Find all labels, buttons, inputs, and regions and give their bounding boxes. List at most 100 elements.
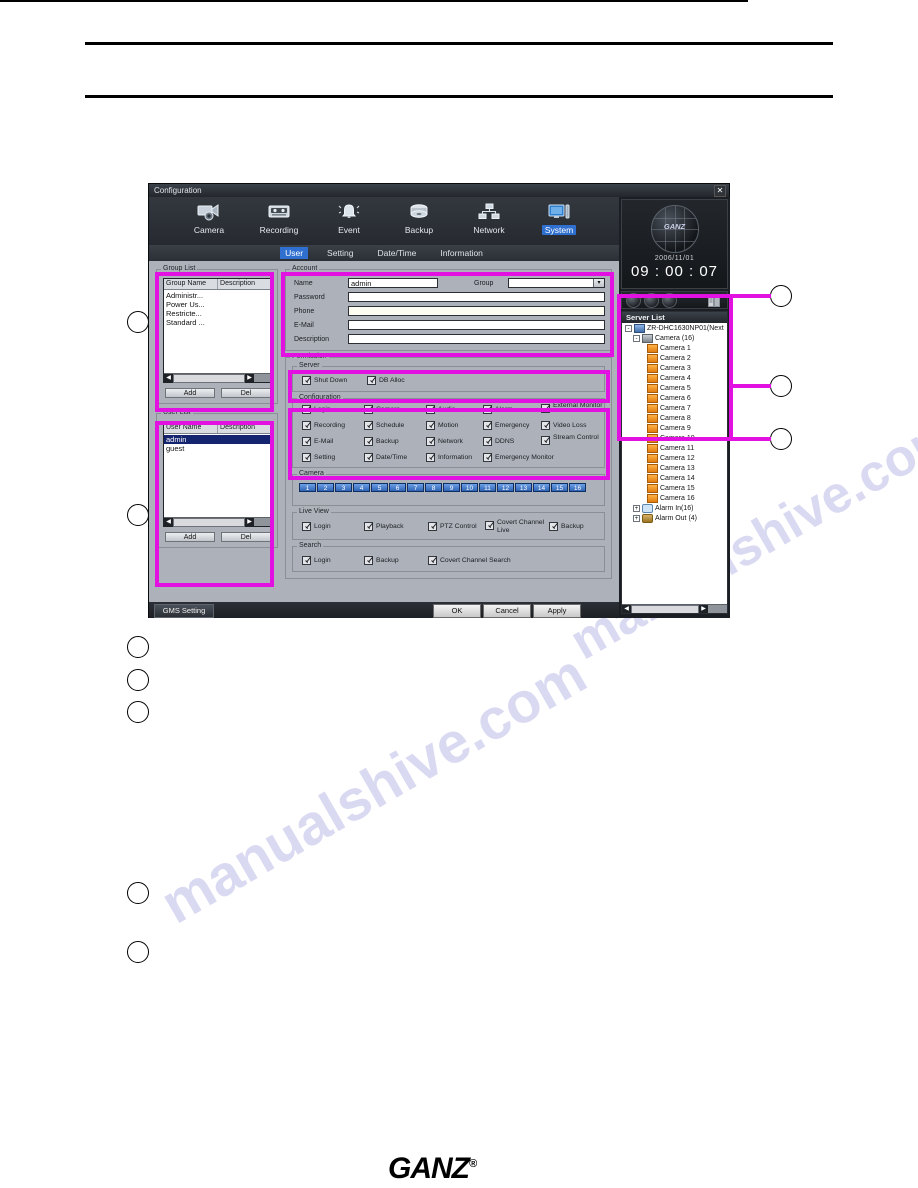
tree-node-camera-group[interactable]: - Camera (16) xyxy=(622,333,727,343)
tab-information[interactable]: Information xyxy=(435,247,488,259)
camera-channel-button[interactable]: 4 xyxy=(353,483,370,492)
group-list-hscrollbar[interactable]: ◀ ▶ xyxy=(164,373,272,383)
checkbox-login-config[interactable]: Login xyxy=(302,405,331,414)
tree-node-alarm-in[interactable]: + Alarm In(16) xyxy=(622,503,727,513)
checkbox-emergency[interactable]: Emergency xyxy=(483,421,529,430)
toolbar-item-camera[interactable]: Camera xyxy=(183,200,235,235)
tree-node-camera[interactable]: Camera 2 xyxy=(622,353,727,363)
user-add-button[interactable]: Add xyxy=(165,532,215,542)
close-icon[interactable]: ✕ xyxy=(714,185,726,197)
checkbox-box[interactable] xyxy=(364,421,373,430)
scroll-left-icon[interactable]: ◀ xyxy=(622,604,631,613)
checkbox-email[interactable]: E-Mail xyxy=(302,437,333,446)
list-item[interactable]: Standard ... xyxy=(164,318,272,327)
group-dropdown[interactable]: ▾ xyxy=(508,278,605,288)
checkbox-motion[interactable]: Motion xyxy=(426,421,458,430)
list-item[interactable]: admin xyxy=(164,435,272,444)
checkbox-box[interactable] xyxy=(541,421,550,430)
tab-date-time[interactable]: Date/Time xyxy=(373,247,422,259)
tree-node-camera[interactable]: Camera 3 xyxy=(622,363,727,373)
checkbox-box[interactable] xyxy=(302,437,311,446)
checkbox-backup[interactable]: Backup xyxy=(364,437,399,446)
scroll-left-icon[interactable]: ◀ xyxy=(164,517,173,527)
user-list-hscrollbar[interactable]: ◀ ▶ xyxy=(164,517,272,527)
checkbox-box[interactable] xyxy=(541,404,550,413)
checkbox-box[interactable] xyxy=(302,405,311,414)
toolbar-item-event[interactable]: Event xyxy=(323,200,375,235)
checkbox-video-loss[interactable]: Video Loss xyxy=(541,421,587,430)
camera-channel-button[interactable]: 9 xyxy=(443,483,460,492)
password-input[interactable] xyxy=(348,292,605,302)
checkbox-box[interactable] xyxy=(483,405,492,414)
checkbox-box[interactable] xyxy=(367,376,376,385)
checkbox-live-backup[interactable]: Backup xyxy=(549,522,584,531)
checkbox-ptz-control[interactable]: PTZ Control xyxy=(428,522,477,531)
tree-node-camera[interactable]: Camera 8 xyxy=(622,413,727,423)
checkbox-information[interactable]: Information xyxy=(426,453,472,462)
apply-button[interactable]: Apply xyxy=(533,604,581,618)
camera-channel-button[interactable]: 8 xyxy=(425,483,442,492)
checkbox-box[interactable] xyxy=(426,421,435,430)
camera-channel-button[interactable]: 2 xyxy=(317,483,334,492)
checkbox-box[interactable] xyxy=(426,405,435,414)
checkbox-box[interactable] xyxy=(541,436,550,445)
scroll-right-icon[interactable]: ▶ xyxy=(245,373,254,383)
group-add-button[interactable]: Add xyxy=(165,388,215,398)
tree-node-camera[interactable]: Camera 4 xyxy=(622,373,727,383)
checkbox-playback[interactable]: Playback xyxy=(364,522,404,531)
tree-node-camera[interactable]: Camera 10 xyxy=(622,433,727,443)
checkbox-covert-channel-search[interactable]: Covert Channel Search xyxy=(428,556,511,565)
checkbox-box[interactable] xyxy=(426,437,435,446)
tree-node-camera[interactable]: Camera 15 xyxy=(622,483,727,493)
checkbox-box[interactable] xyxy=(364,556,373,565)
tab-user[interactable]: User xyxy=(280,247,309,259)
scroll-right-icon[interactable]: ▶ xyxy=(699,604,708,613)
checkbox-box[interactable] xyxy=(428,522,437,531)
description-input[interactable] xyxy=(348,334,605,344)
checkbox-audio[interactable]: Audio xyxy=(426,405,455,414)
checkbox-box[interactable] xyxy=(364,522,373,531)
checkbox-external-monitor[interactable]: External Monitor xyxy=(541,402,603,413)
list-item[interactable]: Restricte... xyxy=(164,309,272,318)
checkbox-box[interactable] xyxy=(485,521,494,530)
camera-channel-button[interactable]: 10 xyxy=(461,483,478,492)
camera-channel-button[interactable]: 15 xyxy=(551,483,568,492)
camera-channel-button[interactable]: 6 xyxy=(389,483,406,492)
checkbox-box[interactable] xyxy=(302,453,311,462)
chevron-down-icon[interactable]: ▾ xyxy=(593,279,604,287)
camera-channel-button[interactable]: 11 xyxy=(479,483,496,492)
user-del-button[interactable]: Del xyxy=(221,532,271,542)
scroll-thumb[interactable] xyxy=(173,373,245,383)
group-del-button[interactable]: Del xyxy=(221,388,271,398)
checkbox-db-alloc[interactable]: DB Alloc xyxy=(367,376,405,385)
expander-icon[interactable]: + xyxy=(633,504,640,512)
scroll-thumb[interactable] xyxy=(173,517,245,527)
tree-node-camera[interactable]: Camera 6 xyxy=(622,393,727,403)
camera-channel-button[interactable]: 1 xyxy=(299,483,316,492)
checkbox-box[interactable] xyxy=(302,522,311,531)
user-list-table[interactable]: User Name Description admin guest ◀ ▶ xyxy=(163,422,273,527)
tree-node-camera[interactable]: Camera 13 xyxy=(622,463,727,473)
toolbar-item-network[interactable]: Network xyxy=(463,200,515,235)
checkbox-box[interactable] xyxy=(302,376,311,385)
checkbox-box[interactable] xyxy=(302,556,311,565)
checkbox-search-backup[interactable]: Backup xyxy=(364,556,399,565)
globe-icon[interactable] xyxy=(662,292,677,308)
checkbox-box[interactable] xyxy=(364,453,373,462)
toolbar-item-system[interactable]: System xyxy=(533,200,585,235)
camera-view-icon[interactable] xyxy=(626,292,641,308)
server-list-hscrollbar[interactable]: ◀ ▶ xyxy=(622,604,727,613)
group-list-table[interactable]: Group Name Description Administr... Powe… xyxy=(163,278,273,383)
scroll-left-icon[interactable]: ◀ xyxy=(164,373,173,383)
camera-channel-button[interactable]: 5 xyxy=(371,483,388,492)
toolbar-item-recording[interactable]: Recording xyxy=(253,200,305,235)
ok-button[interactable]: OK xyxy=(433,604,481,618)
list-item[interactable]: Power Us... xyxy=(164,300,272,309)
tab-setting[interactable]: Setting xyxy=(322,247,358,259)
tree-node-camera[interactable]: Camera 14 xyxy=(622,473,727,483)
camera-channel-button[interactable]: 3 xyxy=(335,483,352,492)
expander-icon[interactable]: - xyxy=(625,324,632,332)
cancel-button[interactable]: Cancel xyxy=(483,604,531,618)
checkbox-box[interactable] xyxy=(364,437,373,446)
checkbox-box[interactable] xyxy=(428,556,437,565)
